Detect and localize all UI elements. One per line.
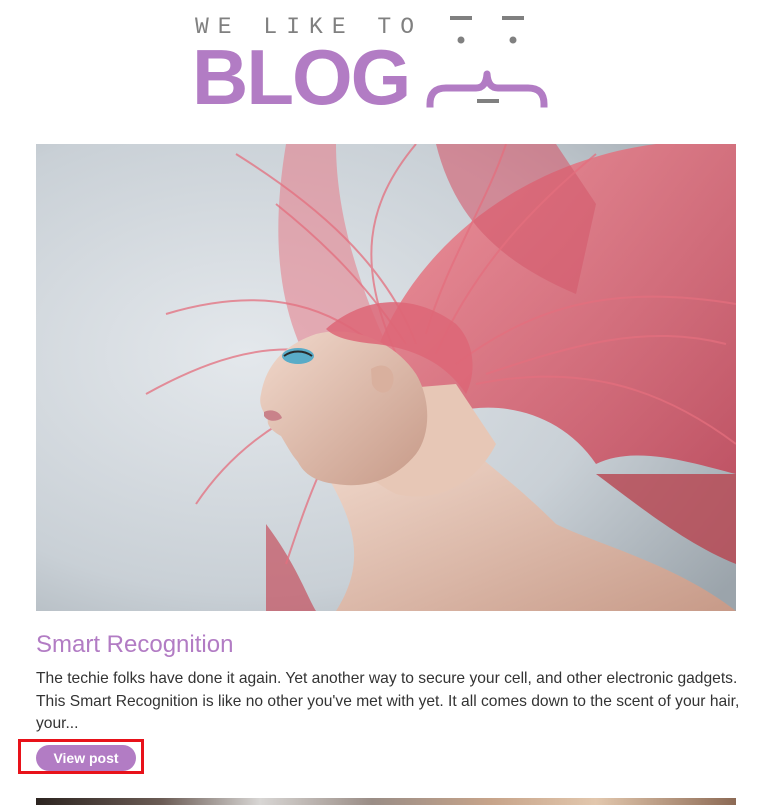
post-excerpt: The techie folks have done it again. Yet… xyxy=(36,670,740,732)
logo-face-icon xyxy=(426,16,548,108)
next-post-image[interactable] xyxy=(36,798,736,805)
woman-with-pink-hair-image xyxy=(36,144,736,611)
view-post-button[interactable]: View post xyxy=(36,745,136,771)
post-featured-image[interactable] xyxy=(36,144,736,611)
logo-wordmark: BLOG xyxy=(192,33,411,121)
site-logo[interactable]: WE LIKE TO BLOG xyxy=(192,10,552,116)
blog-page: WE LIKE TO BLOG Smart Recognition The te… xyxy=(0,0,759,805)
post-title[interactable]: Smart Recognition xyxy=(36,630,233,660)
